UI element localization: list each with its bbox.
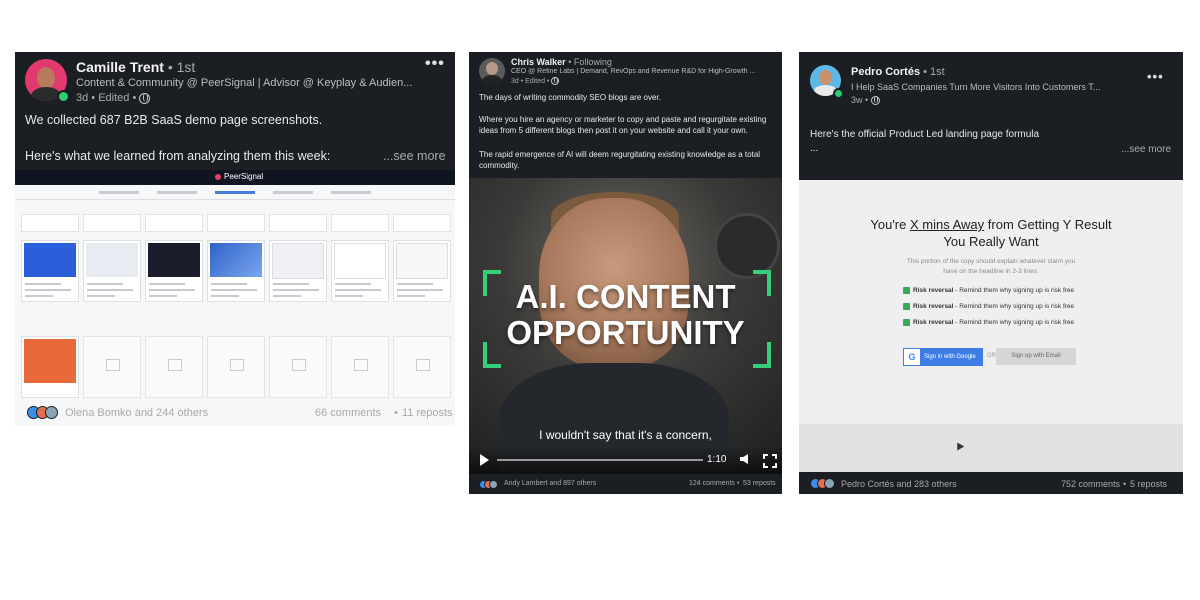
reaction-icons[interactable] (810, 478, 835, 489)
post-footer: Olena Bomko and 244 others 66 comments •… (15, 400, 455, 426)
post-video[interactable]: A.I. CONTENT OPPORTUNITY I wouldn't say … (469, 178, 782, 474)
volume-icon[interactable] (740, 454, 748, 464)
online-indicator (833, 88, 844, 99)
risk-reversal-1: Risk reversal - Remind them why signing … (903, 287, 1074, 294)
comments-count[interactable]: 124 comments (689, 480, 735, 487)
email-signup-button[interactable]: Sign up with Email (996, 348, 1076, 365)
screenshot-tabs (15, 185, 455, 200)
reposts-count[interactable]: 5 reposts (1130, 479, 1167, 489)
brand-logo: PeerSignal (215, 172, 263, 181)
screenshot-thumb[interactable] (331, 240, 389, 302)
risk-reversal-2: Risk reversal - Remind them why signing … (903, 303, 1074, 310)
see-more-link[interactable]: ...see more (1121, 144, 1171, 155)
globe-icon (870, 96, 880, 106)
more-options-icon[interactable]: ••• (1147, 69, 1164, 84)
google-icon: G (904, 349, 920, 365)
post-meta: 3d • Edited • (76, 92, 151, 104)
more-options-icon[interactable]: ••• (425, 55, 445, 73)
support-icon (489, 480, 498, 489)
author-headline: Content & Community @ PeerSignal | Advis… (76, 77, 413, 89)
post-image[interactable]: You're X mins Away from Getting Y Result… (799, 180, 1183, 472)
landing-body-copy: This portion of the copy should explain … (906, 258, 1076, 275)
author-name[interactable]: Pedro Cortés • 1st (851, 66, 945, 78)
post-card-pedro: Pedro Cortés • 1st I Help SaaS Companies… (799, 52, 1183, 494)
see-more-link[interactable]: ...see more (383, 149, 446, 163)
risk-reversal-3: Risk reversal - Remind them why signing … (903, 319, 1074, 326)
check-icon (903, 319, 910, 326)
post-text-line-1: Here's the official Product Led landing … (810, 129, 1040, 140)
google-signin-button[interactable]: G Sign in with Google (903, 348, 983, 366)
image-placeholder[interactable] (83, 336, 141, 398)
screenshot-thumb[interactable] (83, 240, 141, 302)
video-caption: I wouldn't say that it's a concern, (539, 428, 712, 442)
check-icon (903, 303, 910, 310)
reactors-count[interactable]: Andy Lambert and 897 others (504, 480, 596, 487)
post-text-ellipsis: ... (810, 143, 819, 154)
globe-icon (139, 92, 151, 104)
video-title-line-2: OPPORTUNITY (506, 314, 745, 351)
image-placeholder[interactable] (207, 336, 265, 398)
or-divider: OR (987, 353, 996, 359)
screenshot-thumb[interactable] (207, 240, 265, 302)
screenshot-thumb[interactable] (21, 240, 79, 302)
reactors-count[interactable]: Pedro Cortés and 283 others (841, 479, 957, 489)
video-time: 1:10 (707, 454, 727, 465)
image-placeholder[interactable] (331, 336, 389, 398)
stats-separator: • (394, 407, 398, 419)
image-placeholder[interactable] (145, 336, 203, 398)
landing-footer-band (799, 424, 1183, 472)
post-footer: Pedro Cortés and 283 others 752 comments… (799, 472, 1183, 494)
stats-separator: • (1123, 479, 1127, 489)
globe-icon (551, 77, 560, 85)
comments-count[interactable]: 752 comments (1061, 479, 1120, 489)
landing-headline-2: You Really Want (943, 234, 1039, 249)
reactors-count[interactable]: Olena Bomko and 244 others (65, 407, 208, 419)
screenshot-thumb[interactable] (145, 240, 203, 302)
video-progress-track[interactable] (497, 459, 703, 461)
support-icon (45, 406, 58, 419)
post-card-chris: Chris Walker • Following CEO @ Refine La… (469, 52, 782, 494)
follow-status[interactable]: • Following (568, 57, 612, 67)
post-paragraph-2: Where you hire an agency or marketer to … (479, 115, 767, 135)
screenshot-thumb[interactable] (393, 240, 451, 302)
image-placeholder[interactable] (393, 336, 451, 398)
reposts-count[interactable]: 53 reposts (743, 480, 776, 487)
post-paragraph-1: The days of writing commodity SEO blogs … (479, 93, 661, 102)
connection-degree: • 1st (923, 66, 945, 78)
check-icon (903, 287, 910, 294)
connection-degree: • 1st (167, 59, 196, 75)
post-text-line-1: We collected 687 B2B SaaS demo page scre… (25, 113, 323, 127)
landing-headline-1: You're X mins Away from Getting Y Result (870, 217, 1112, 232)
post-paragraph-3: The rapid emergence of AI will deem regu… (479, 150, 761, 170)
stats-separator: • (737, 480, 740, 487)
author-name[interactable]: Camille Trent • 1st (76, 59, 195, 75)
video-title-line-1: A.I. CONTENT (515, 278, 736, 315)
screenshot-thumb[interactable] (21, 336, 79, 398)
post-meta: 3d • Edited • (511, 77, 560, 85)
fullscreen-icon[interactable] (763, 454, 777, 468)
reaction-icons[interactable] (479, 480, 498, 489)
author-headline: I Help SaaS Companies Turn More Visitors… (851, 82, 1101, 92)
image-placeholder[interactable] (269, 336, 327, 398)
post-footer: Andy Lambert and 897 others 124 comments… (469, 474, 782, 494)
comments-count[interactable]: 66 comments (315, 407, 381, 419)
reposts-count[interactable]: 11 reposts (402, 407, 453, 419)
video-controls: 1:10 (469, 446, 782, 474)
author-name[interactable]: Chris Walker • Following (511, 57, 612, 67)
author-headline: CEO @ Refine Labs | Demand, RevOps and R… (511, 68, 756, 75)
post-card-camille: Camille Trent • 1st Content & Community … (15, 52, 455, 426)
brand-bar: PeerSignal (15, 170, 455, 185)
filter-row (21, 214, 451, 232)
play-icon[interactable] (480, 454, 489, 466)
post-text-line-2: Here's what we learned from analyzing th… (25, 149, 331, 163)
screenshot-thumb[interactable] (269, 240, 327, 302)
support-icon (824, 478, 835, 489)
online-indicator (57, 90, 70, 103)
post-image[interactable]: PeerSignal (15, 170, 455, 426)
avatar[interactable] (479, 58, 505, 84)
post-meta: 3w • (851, 95, 880, 106)
reaction-icons[interactable] (27, 406, 58, 419)
